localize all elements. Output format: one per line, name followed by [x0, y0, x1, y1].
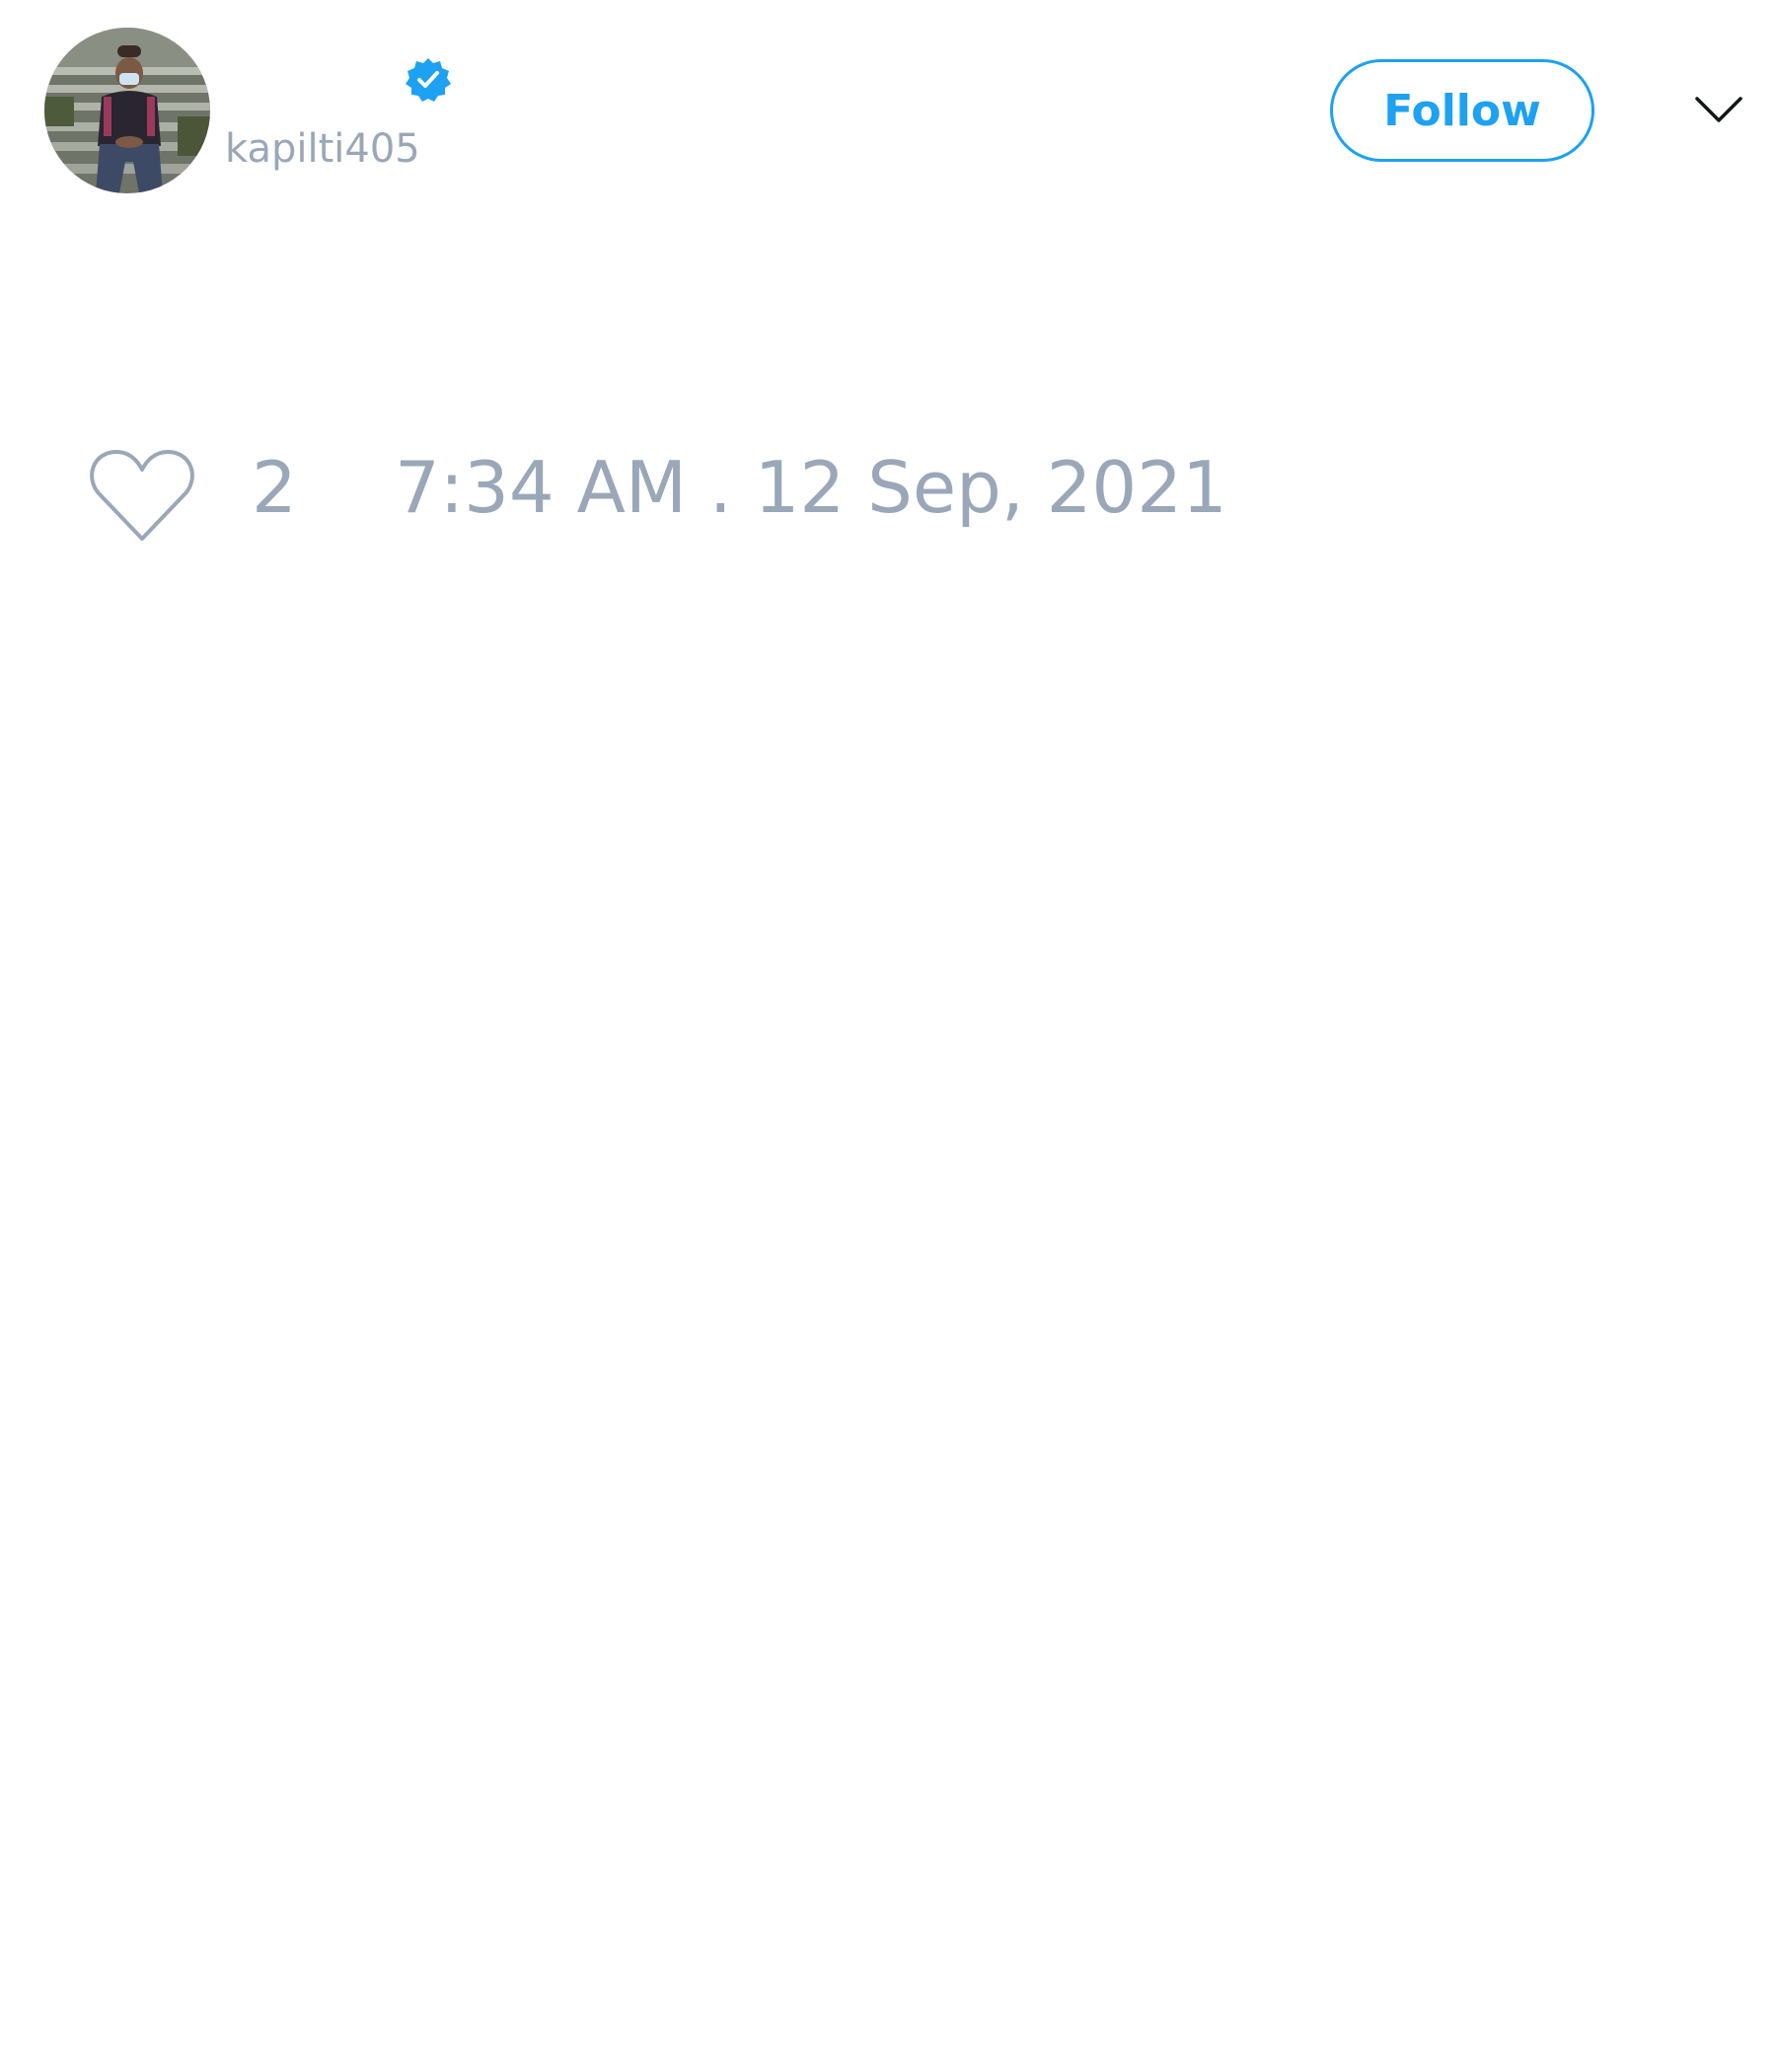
- chevron-down-icon[interactable]: [1693, 91, 1744, 130]
- avatar-photo-icon: [44, 28, 210, 193]
- author-name-row: [225, 54, 481, 110]
- verified-badge-icon: [406, 58, 451, 102]
- heart-outline-icon[interactable]: [89, 448, 195, 543]
- avatar[interactable]: [44, 28, 210, 193]
- tweet-action-row: 2 7:34 AM . 12 Sep, 2021: [0, 434, 1776, 553]
- like-count: 2: [252, 446, 297, 529]
- follow-button[interactable]: Follow: [1330, 59, 1594, 162]
- author-handle[interactable]: kapilti405: [225, 126, 420, 172]
- tweet-timestamp[interactable]: 7:34 AM . 12 Sep, 2021: [395, 452, 1227, 523]
- tweet-header: kapilti405 Follow: [0, 0, 1776, 227]
